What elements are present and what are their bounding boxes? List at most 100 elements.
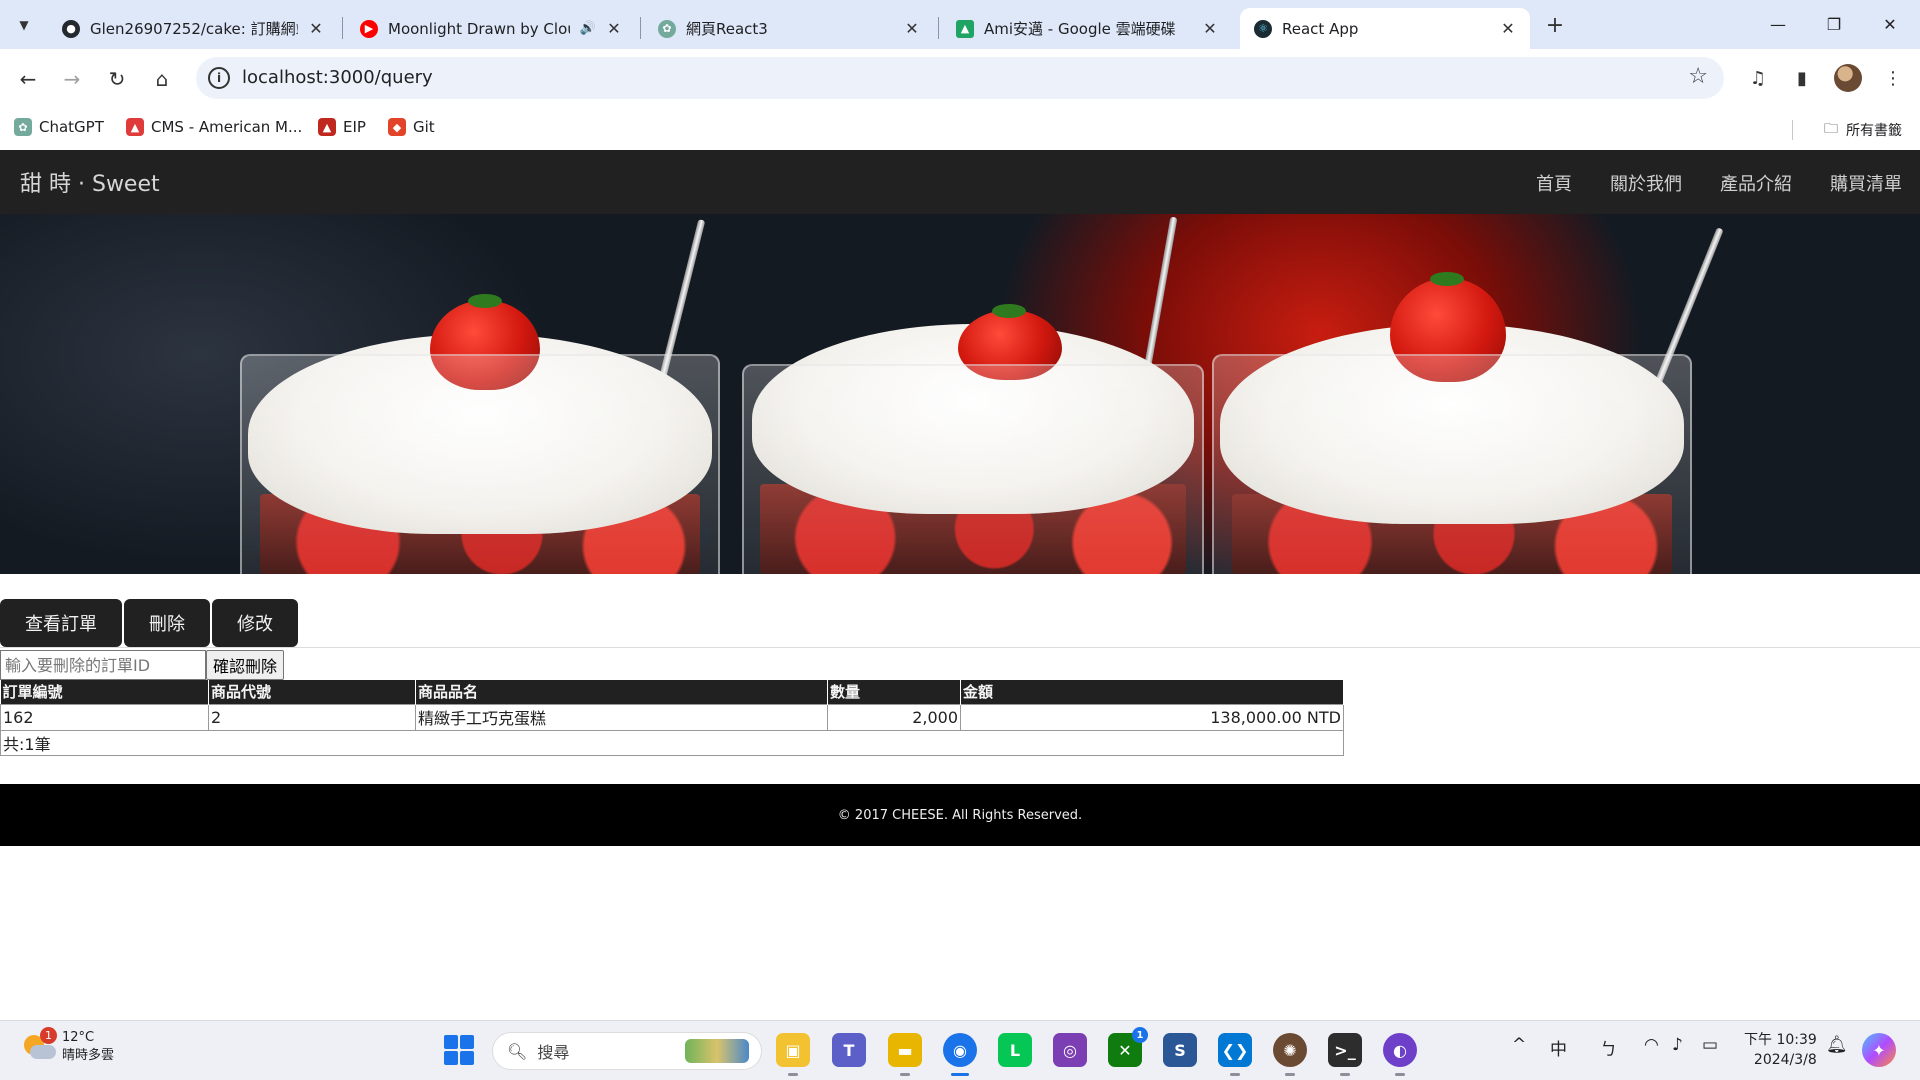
- google-drive-icon: ▲: [956, 19, 974, 38]
- divider: [1792, 120, 1793, 140]
- new-tab-button[interactable]: +: [1541, 11, 1569, 39]
- xbox-icon[interactable]: ✕ 1: [1108, 1027, 1148, 1067]
- ime-mode[interactable]: ㄅ: [1600, 1035, 1617, 1060]
- product-name-cell: 精緻手工巧克蛋糕: [415, 703, 828, 731]
- side-panel-icon[interactable]: ▮: [1789, 65, 1815, 91]
- table-row: 162 2 精緻手工巧克蛋糕 2,000 138,000.00 NTD: [0, 703, 1344, 731]
- nav-link-cart[interactable]: 購買清單: [1830, 170, 1902, 196]
- nav-link-products[interactable]: 產品介紹: [1720, 170, 1792, 196]
- line-icon[interactable]: L: [998, 1033, 1032, 1067]
- notification-badge: 1: [40, 1027, 57, 1044]
- gitlab-icon: ◆: [388, 118, 406, 136]
- kebab-menu-icon[interactable]: ⋮: [1880, 65, 1906, 91]
- restore-button[interactable]: ❐: [1814, 10, 1854, 38]
- chatgpt-icon: ✿: [14, 118, 32, 136]
- confirm-delete-button[interactable]: 確認刪除: [206, 650, 285, 680]
- column-header: 金額: [960, 680, 1344, 704]
- file-explorer-icon[interactable]: ▣: [776, 1033, 810, 1076]
- teams-icon[interactable]: T: [832, 1033, 866, 1067]
- address-bar[interactable]: i localhost:3000/query ☆: [196, 57, 1724, 99]
- order-id-input[interactable]: [0, 650, 206, 680]
- bookmark-label: CMS - American M...: [151, 118, 303, 136]
- github-icon: ●: [62, 19, 80, 38]
- browser-tab[interactable]: ● Glen26907252/cake: 訂購網站 ✕: [48, 8, 338, 49]
- column-header: 商品品名: [415, 680, 828, 704]
- taskbar-search[interactable]: 🔍︎ 搜尋: [492, 1032, 762, 1070]
- column-header: 訂單編號: [0, 680, 209, 704]
- parfait-cup: [240, 214, 720, 574]
- bookmarks-bar: ✿ ChatGPT ▲ CMS - American M... ▲ EIP ◆ …: [0, 108, 1920, 150]
- browser-tab[interactable]: ✿ 網頁React3 ✕: [644, 8, 934, 49]
- browser-tab[interactable]: ▶ Moonlight Drawn by Clou 🔊 ✕: [346, 8, 636, 49]
- home-button[interactable]: ⌂: [146, 63, 178, 95]
- copilot-icon[interactable]: ✦: [1862, 1033, 1896, 1067]
- chrome-icon[interactable]: ◉: [943, 1033, 977, 1076]
- weather-desc: 晴時多雲: [62, 1048, 115, 1063]
- site-brand[interactable]: 甜 時 · Sweet: [20, 166, 160, 198]
- tab-search-button[interactable]: ▼: [8, 9, 40, 41]
- window-close-button[interactable]: ✕: [1870, 10, 1910, 38]
- search-highlight-image: [685, 1039, 749, 1063]
- minimize-button[interactable]: —: [1758, 10, 1798, 38]
- bookmark-item[interactable]: ◆ Git: [388, 118, 435, 136]
- bookmark-item[interactable]: ▲ CMS - American M...: [126, 118, 302, 136]
- strawberry-leaf: [992, 304, 1026, 318]
- tab-separator: [342, 17, 343, 39]
- terminal-icon[interactable]: >_: [1328, 1033, 1362, 1076]
- tab-title: Moonlight Drawn by Clou: [388, 19, 570, 38]
- tab-separator: [640, 17, 641, 39]
- url-text[interactable]: localhost:3000/query: [242, 67, 433, 88]
- view-orders-button[interactable]: 查看訂單: [0, 599, 122, 647]
- site-footer: © 2017 CHEESE. All Rights Reserved.: [0, 784, 1920, 846]
- site-navbar: 甜 時 · Sweet 首頁 關於我們 產品介紹 購買清單: [0, 150, 1920, 214]
- arrow-left-icon: ←: [19, 67, 37, 91]
- glass: [240, 354, 720, 574]
- folder-icon[interactable]: ▬: [888, 1033, 922, 1076]
- all-bookmarks-button[interactable]: 🗀 所有書籤: [1824, 118, 1902, 142]
- site-info-icon[interactable]: i: [208, 67, 230, 89]
- chevron-up-icon[interactable]: ^: [1512, 1035, 1526, 1055]
- back-button[interactable]: ←: [12, 63, 44, 95]
- table-header-row: 訂單編號 商品代號 商品品名 數量 金額: [0, 680, 1344, 704]
- eip-icon: ▲: [318, 118, 336, 136]
- edit-button[interactable]: 修改: [212, 599, 298, 647]
- app-icon[interactable]: ◎: [1053, 1033, 1087, 1067]
- bell-icon[interactable]: 🔔︎: [1826, 1035, 1848, 1055]
- order-action-buttons: 查看訂單 刪除 修改: [0, 599, 300, 647]
- start-button[interactable]: [444, 1035, 474, 1065]
- volume-icon[interactable]: ♪: [1672, 1035, 1683, 1055]
- bookmark-star-icon[interactable]: ☆: [1688, 64, 1708, 89]
- bookmark-item[interactable]: ✿ ChatGPT: [14, 118, 104, 136]
- system-clock[interactable]: 下午 10:39 2024/3/8: [1744, 1030, 1817, 1070]
- delete-button[interactable]: 刪除: [124, 599, 210, 647]
- github-desktop-icon[interactable]: ◐: [1383, 1033, 1417, 1076]
- reload-button[interactable]: ↻: [101, 63, 133, 95]
- profile-avatar[interactable]: [1834, 64, 1862, 92]
- browser-tab[interactable]: ▲ Ami安邁 - Google 雲端硬碟 ✕: [942, 8, 1232, 49]
- ime-language[interactable]: 中: [1550, 1035, 1567, 1060]
- speaker-icon[interactable]: 🔊: [580, 21, 596, 36]
- bookmark-item[interactable]: ▲ EIP: [318, 118, 366, 136]
- tab-separator: [938, 17, 939, 39]
- search-label: 搜尋: [537, 1043, 570, 1062]
- gpu-icon[interactable]: ✺: [1273, 1033, 1307, 1076]
- delete-order-form: 確認刪除: [0, 650, 285, 680]
- tab-title: Ami安邁 - Google 雲端硬碟: [984, 20, 1176, 38]
- media-control-icon[interactable]: ♫: [1745, 65, 1771, 91]
- forward-button[interactable]: →: [56, 63, 88, 95]
- nav-link-home[interactable]: 首頁: [1536, 170, 1572, 196]
- close-icon[interactable]: ✕: [606, 19, 622, 38]
- weather-widget[interactable]: 1 12°C 晴時多雲: [22, 1027, 115, 1065]
- close-icon[interactable]: ✕: [308, 19, 324, 38]
- close-icon[interactable]: ✕: [904, 19, 920, 38]
- browser-tab-active[interactable]: ⚛ React App ✕: [1240, 8, 1530, 49]
- order-id-cell: 162: [0, 703, 209, 731]
- vscode-icon[interactable]: ❮❯: [1218, 1033, 1252, 1076]
- folder-icon: 🗀: [1824, 121, 1838, 137]
- wifi-icon[interactable]: ◠: [1644, 1035, 1659, 1055]
- close-icon[interactable]: ✕: [1500, 19, 1516, 38]
- nav-link-about[interactable]: 關於我們: [1610, 170, 1682, 196]
- ssms-icon[interactable]: S: [1163, 1033, 1197, 1067]
- battery-icon[interactable]: ▭: [1702, 1035, 1718, 1055]
- close-icon[interactable]: ✕: [1202, 19, 1218, 38]
